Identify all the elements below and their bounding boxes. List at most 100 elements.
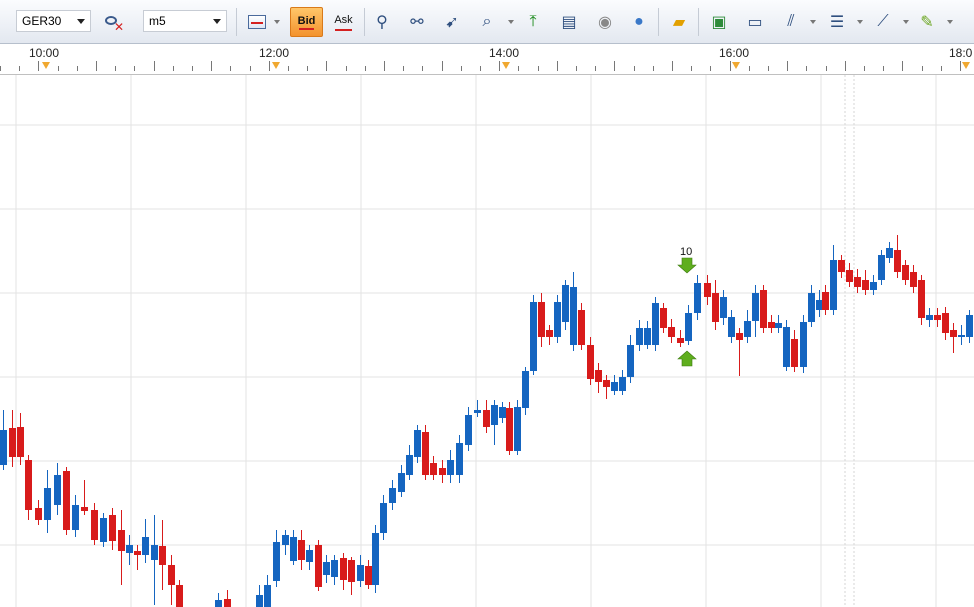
time-tick — [58, 66, 59, 71]
candle-bear — [439, 468, 446, 475]
candle-bull — [100, 518, 107, 542]
eye-button[interactable]: ◉ — [590, 8, 620, 36]
chart-type-button[interactable] — [242, 8, 272, 36]
candle-bear — [348, 560, 355, 582]
zoom-dropdown-icon[interactable] — [508, 20, 514, 24]
trendline-button[interactable]: ⟋ — [868, 8, 898, 36]
time-tick — [864, 66, 865, 71]
candle-bear — [910, 272, 917, 287]
time-tick — [710, 66, 711, 71]
link-button[interactable]: ⚯ — [402, 8, 432, 36]
window-button[interactable]: ▭ — [740, 8, 770, 36]
autoscroll-button[interactable]: ⤒ — [518, 8, 548, 36]
candle-bull — [744, 321, 751, 337]
candle-bull — [694, 283, 701, 313]
bid-button[interactable]: Bid — [290, 7, 323, 37]
candle-bear — [25, 460, 32, 510]
time-tick — [614, 61, 615, 71]
candle-bull — [72, 505, 79, 530]
lines-button[interactable]: ☰ — [822, 8, 852, 36]
globe-button[interactable]: ● — [624, 8, 654, 36]
candle-bear — [9, 428, 16, 457]
candle-bull — [126, 545, 133, 553]
remove-symbol-icon: ✕ — [103, 13, 124, 33]
candle-bear — [91, 510, 98, 540]
session-marker-icon — [732, 62, 740, 69]
time-tick — [230, 66, 231, 71]
candle-bear — [902, 265, 909, 280]
remove-symbol-button[interactable]: ✕ — [98, 8, 128, 36]
candle-bear — [315, 545, 322, 587]
candle-bear — [109, 515, 116, 541]
time-tick — [480, 66, 481, 71]
bid-label: Bid — [297, 15, 316, 27]
time-tick — [346, 66, 347, 71]
image-button[interactable]: ▣ — [704, 8, 734, 36]
time-tick — [576, 66, 577, 71]
time-label: 14:00 — [489, 46, 520, 60]
candle-bull — [870, 282, 877, 290]
toolbar-separator — [236, 8, 237, 36]
symbol-select[interactable]: GER30 — [16, 10, 91, 32]
fork-button[interactable]: ⫽ — [776, 8, 806, 36]
fork-dropdown-icon[interactable] — [810, 20, 816, 24]
candle-bear — [712, 293, 719, 322]
candlestick-chart[interactable] — [0, 75, 974, 607]
time-label: 10:00 — [29, 46, 60, 60]
trendline-dropdown-icon[interactable] — [903, 20, 909, 24]
lines-dropdown-icon[interactable] — [857, 20, 863, 24]
candle-bull — [830, 260, 837, 310]
timeframe-select[interactable]: m5 — [143, 10, 227, 32]
candle-bear — [950, 330, 957, 337]
candle-bear — [224, 599, 231, 607]
candle-bull — [752, 293, 759, 321]
chart-area[interactable]: 10 — [0, 75, 974, 607]
time-tick — [499, 61, 500, 71]
candle-bear — [587, 345, 594, 379]
screenshot-button[interactable]: ▤ — [554, 8, 584, 36]
candle-bull — [44, 488, 51, 520]
time-tick — [422, 66, 423, 71]
time-label: 12:00 — [259, 46, 290, 60]
candle-bull — [0, 430, 7, 465]
candle-bull — [331, 560, 338, 577]
time-tick — [845, 61, 846, 71]
window-icon: ▭ — [747, 14, 763, 31]
candle-bear — [660, 308, 667, 328]
time-tick — [806, 66, 807, 71]
candle-bull — [389, 488, 396, 503]
time-tick — [538, 66, 539, 71]
candle-bull — [474, 410, 481, 413]
candle-bear — [134, 551, 141, 555]
candle-bear — [118, 530, 125, 551]
pencil-button[interactable]: ✎ — [912, 8, 942, 36]
candle-bull — [414, 430, 421, 457]
candle-bear — [506, 408, 513, 451]
zoom-button[interactable]: ⌕ — [472, 8, 502, 36]
chart-type-dropdown-icon[interactable] — [274, 20, 280, 24]
ruler-button[interactable]: ▰ — [664, 8, 694, 36]
toolbar-separator — [658, 8, 659, 36]
time-tick — [77, 66, 78, 71]
fork-icon: ⫽ — [787, 13, 795, 30]
time-tick — [384, 61, 385, 71]
candle-bear — [17, 427, 24, 457]
time-tick — [134, 66, 135, 71]
session-marker-icon — [962, 62, 970, 69]
candle-bear — [736, 333, 743, 340]
trade-label: 10 — [680, 246, 693, 258]
time-tick — [749, 66, 750, 71]
time-label: 18:0 — [949, 46, 973, 60]
pencil-dropdown-icon[interactable] — [947, 20, 953, 24]
candle-bull — [465, 415, 472, 445]
candle-bull — [306, 550, 313, 562]
candle-bull — [926, 315, 933, 320]
crosshair-button[interactable]: ⚲ — [367, 8, 397, 36]
candle-bear — [538, 302, 545, 337]
cursor-button[interactable]: ➹ — [437, 8, 467, 36]
ask-button[interactable]: Ask — [327, 7, 360, 37]
time-tick — [902, 61, 903, 71]
cursor-icon: ➹ — [445, 14, 459, 31]
candle-bear — [298, 540, 305, 560]
candle-bull — [256, 595, 263, 607]
